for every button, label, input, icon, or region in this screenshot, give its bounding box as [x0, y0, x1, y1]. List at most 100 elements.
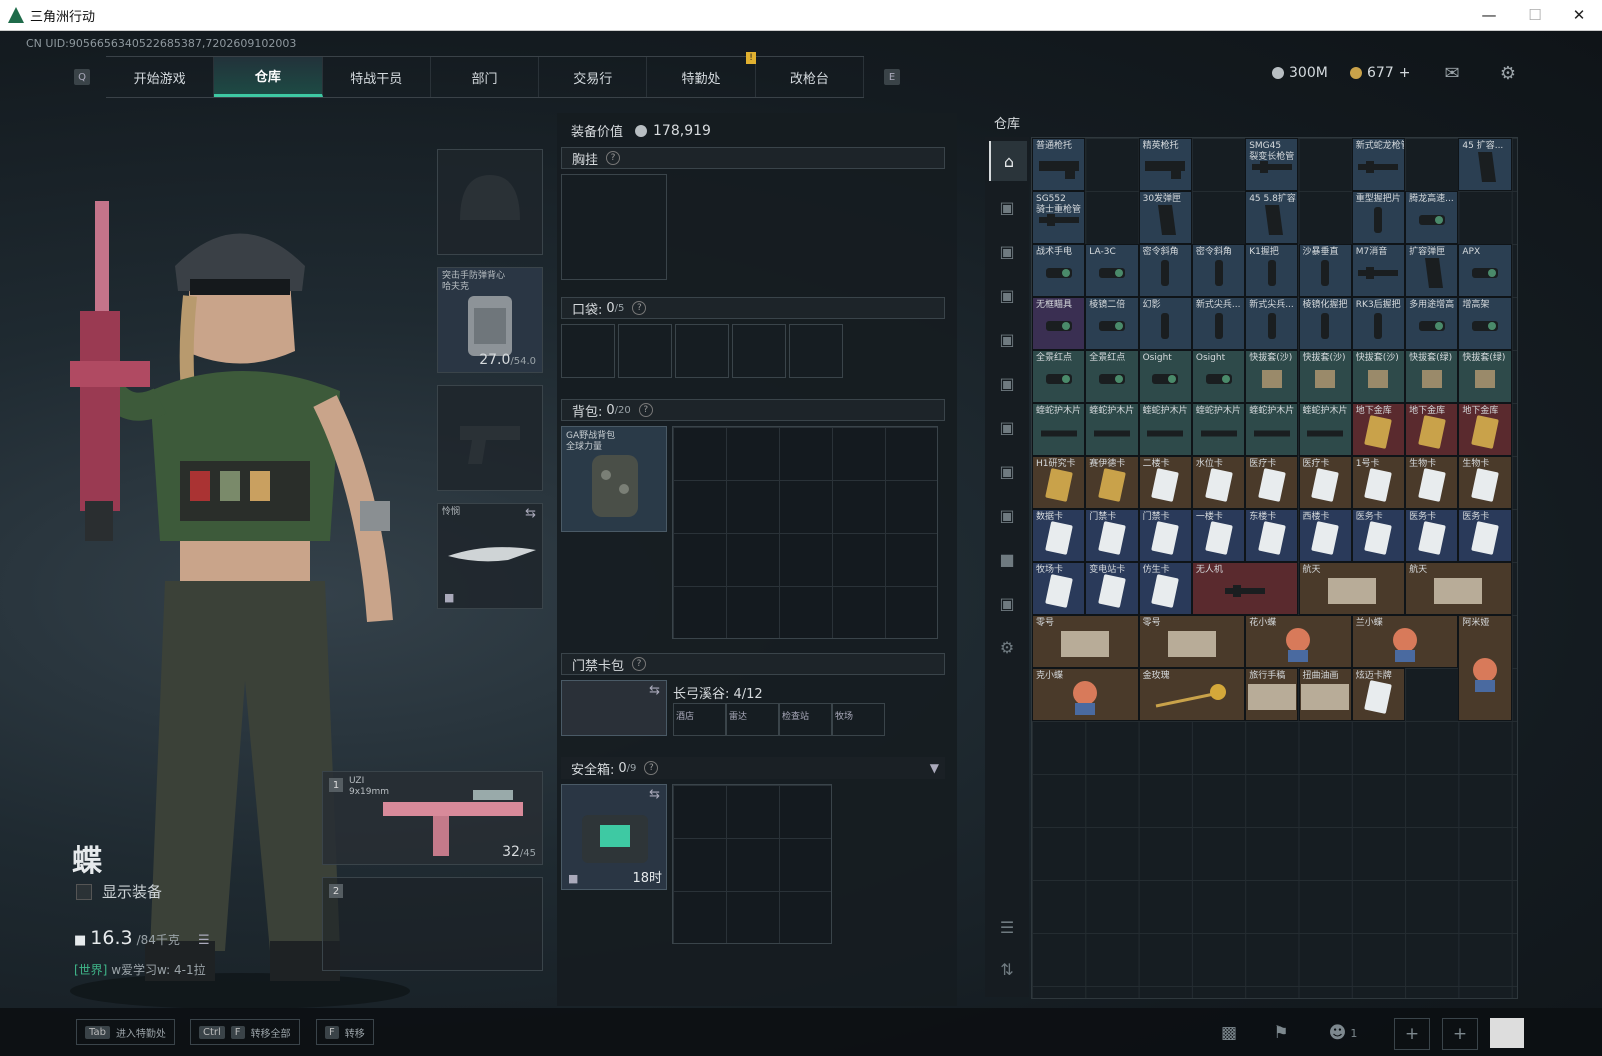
chest-rig-slot[interactable]	[561, 174, 667, 280]
storage-item[interactable]: 蝰蛇护木片	[1298, 403, 1352, 456]
nav-right-key[interactable]: E	[884, 69, 900, 85]
transfer-all-hotkey[interactable]: Ctrl F 转移全部	[190, 1019, 300, 1045]
pocket-slot[interactable]	[732, 324, 786, 378]
keycard-slot[interactable]: 牧场	[832, 703, 885, 736]
storage-item[interactable]: 生物卡	[1458, 456, 1512, 509]
backpack-grid[interactable]	[672, 426, 938, 639]
layers-icon[interactable]: ☰	[989, 907, 1025, 947]
storage-page-icon[interactable]: ▣	[989, 363, 1025, 403]
storage-item[interactable]: LA-3C	[1085, 244, 1139, 297]
storage-item[interactable]: 扭曲油画	[1298, 668, 1352, 721]
player-avatar[interactable]	[1490, 1018, 1524, 1048]
storage-lock-icon[interactable]: ■	[989, 539, 1025, 579]
invite-slot-button[interactable]: +	[1442, 1018, 1478, 1050]
storage-item[interactable]: 阿米娅	[1458, 615, 1512, 721]
storage-page-icon[interactable]: ▣	[989, 231, 1025, 271]
help-icon[interactable]: ?	[638, 403, 653, 417]
tab-trade[interactable]: 交易行	[539, 57, 648, 97]
add-currency-button[interactable]: +	[1399, 65, 1411, 81]
storage-item[interactable]: 蝰蛇护木片	[1245, 403, 1299, 456]
swap-icon[interactable]: ⇆	[525, 506, 536, 521]
storage-item[interactable]: 西楼卡	[1298, 509, 1352, 562]
storage-item[interactable]: 45 5.8扩容	[1245, 191, 1299, 244]
tab-operators[interactable]: 特战干员	[323, 57, 431, 97]
storage-item[interactable]: APX	[1458, 244, 1512, 297]
storage-item[interactable]: 仿生卡	[1138, 562, 1192, 615]
storage-item[interactable]: 沙暴垂直	[1298, 244, 1352, 297]
keycard-case-slot[interactable]: ⇆	[561, 680, 667, 736]
storage-item[interactable]: 东楼卡	[1245, 509, 1299, 562]
storage-item[interactable]: 全景红点	[1032, 350, 1086, 403]
storage-item[interactable]: 零号	[1138, 615, 1246, 668]
storage-item[interactable]: 普通枪托	[1032, 138, 1086, 191]
help-icon[interactable]: ?	[632, 657, 647, 671]
melee-slot[interactable]: 怜悯 ⇆ ■	[437, 503, 543, 609]
storage-item[interactable]: 航天	[1405, 562, 1512, 615]
close-icon[interactable]: ✕	[1556, 0, 1602, 30]
storage-item[interactable]: 全景红点	[1085, 350, 1139, 403]
storage-settings-icon[interactable]: ⚙	[989, 627, 1025, 667]
tab-special-ops[interactable]: 特勤处	[647, 57, 756, 97]
show-equipment-toggle[interactable]: 显示装备	[76, 881, 162, 902]
pocket-slot[interactable]	[561, 324, 615, 378]
storage-item[interactable]: 生物卡	[1405, 456, 1459, 509]
storage-item[interactable]: 棱镜二倍	[1085, 297, 1139, 350]
storage-item[interactable]: 密令斜角	[1191, 244, 1246, 297]
storage-item[interactable]: 45 扩容...	[1458, 138, 1512, 191]
storage-item[interactable]: 腾龙高速...	[1405, 191, 1459, 244]
storage-item[interactable]: Osight	[1191, 350, 1246, 403]
storage-item[interactable]: 门禁卡	[1138, 509, 1192, 562]
storage-item[interactable]: 新式蛇龙枪管	[1351, 138, 1406, 191]
pin-icon[interactable]: ▼	[930, 761, 939, 775]
storage-item[interactable]: 无框瞄具	[1032, 297, 1086, 350]
storage-item[interactable]: 快拔套(沙)	[1298, 350, 1352, 403]
list-icon[interactable]: ☰	[198, 933, 210, 948]
transfer-hotkey[interactable]: F 转移	[316, 1019, 374, 1045]
storage-item[interactable]: 蝰蛇护木片	[1138, 403, 1192, 456]
storage-item[interactable]: 二楼卡	[1138, 456, 1192, 509]
storage-item[interactable]: 快拔套(绿)	[1405, 350, 1459, 403]
storage-item[interactable]: M7消音	[1351, 244, 1406, 297]
storage-item[interactable]: 医疗卡	[1245, 456, 1299, 509]
storage-page-icon[interactable]: ▣	[989, 583, 1025, 623]
storage-item[interactable]: SMG45 裂变长枪管	[1245, 138, 1299, 191]
storage-item[interactable]: 炫迈卡牌	[1351, 668, 1406, 721]
swap-icon[interactable]: ⇆	[649, 787, 660, 802]
storage-item[interactable]: 多用途增高	[1405, 297, 1459, 350]
storage-item[interactable]: 30发弹匣	[1138, 191, 1192, 244]
storage-grid[interactable]: 普通枪托 精英枪托 SMG45 裂变长枪管 新式蛇龙枪管 45 扩容... SG552 骑…	[1031, 137, 1518, 999]
secondary-weapon-slot[interactable]: 2	[322, 877, 543, 971]
tab-department[interactable]: 部门	[431, 57, 540, 97]
storage-page-icon[interactable]: ▣	[989, 319, 1025, 359]
storage-page-icon[interactable]: ▣	[989, 275, 1025, 315]
squad-icon[interactable]: ☻ 1	[1318, 1018, 1368, 1048]
premium-balance[interactable]: 677 +	[1350, 65, 1410, 81]
storage-item[interactable]: 精英枪托	[1138, 138, 1192, 191]
storage-item[interactable]: SG552 骑士重枪管	[1032, 191, 1086, 244]
storage-item[interactable]: 航天	[1298, 562, 1406, 615]
storage-item[interactable]: 新式尖兵...	[1191, 297, 1246, 350]
storage-home-icon[interactable]: ⌂	[989, 141, 1027, 181]
tab-storage[interactable]: 仓库	[214, 57, 323, 97]
storage-item[interactable]: 一楼卡	[1191, 509, 1246, 562]
maximize-icon[interactable]: ☐	[1512, 0, 1558, 30]
storage-item[interactable]: 医务卡	[1405, 509, 1459, 562]
storage-item[interactable]: 变电站卡	[1085, 562, 1139, 615]
keycard-slot[interactable]: 酒店	[673, 703, 726, 736]
storage-page-icon[interactable]: ▣	[989, 451, 1025, 491]
pocket-slot[interactable]	[789, 324, 843, 378]
stats-icon[interactable]: ▩	[1212, 1018, 1246, 1048]
flag-icon[interactable]: ⚑	[1264, 1018, 1298, 1048]
help-icon[interactable]: ?	[632, 301, 647, 315]
storage-item[interactable]: RK3后握把	[1351, 297, 1406, 350]
storage-item[interactable]: 1号卡	[1351, 456, 1406, 509]
storage-item[interactable]: 重型握把片	[1351, 191, 1406, 244]
keycard-slot[interactable]: 雷达	[726, 703, 779, 736]
primary-weapon-slot[interactable]: 1 UZI 9x19mm 32/45	[322, 771, 543, 865]
storage-item[interactable]: 兰小蝶	[1351, 615, 1459, 668]
pistol-slot[interactable]	[437, 385, 543, 491]
keycard-slot[interactable]: 检查站	[779, 703, 832, 736]
storage-item[interactable]: 蝰蛇护木片	[1032, 403, 1086, 456]
nav-left-key[interactable]: Q	[74, 69, 90, 85]
tab-start-game[interactable]: 开始游戏	[106, 57, 215, 97]
